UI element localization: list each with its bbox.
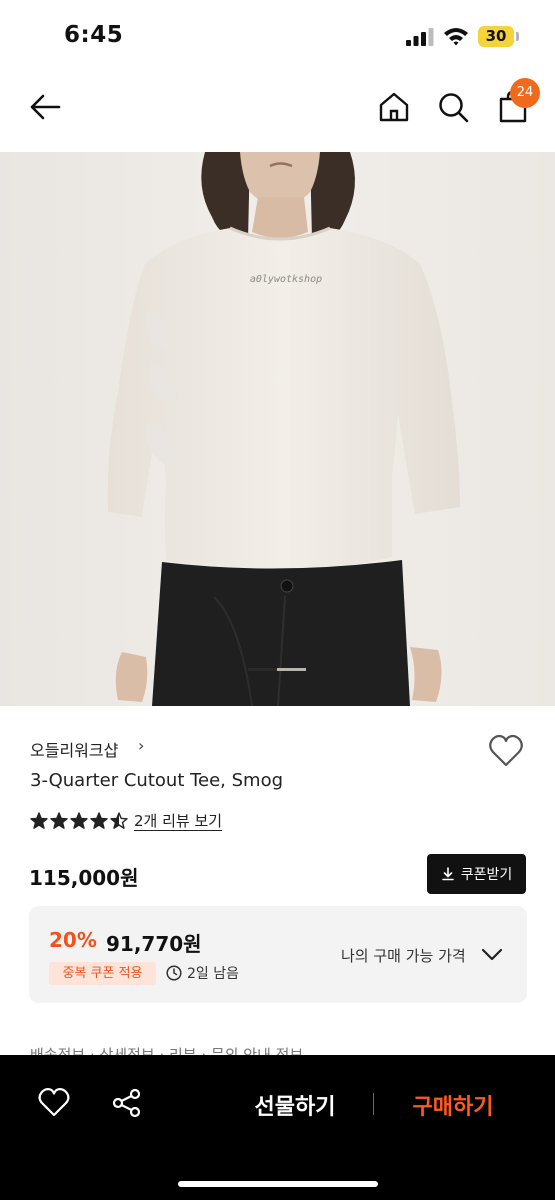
review-link[interactable]: 2개 리뷰 보기 [134, 810, 222, 831]
product-image[interactable]: a0lywotkshop [0, 152, 555, 706]
duplicate-coupon-badge: 중복 쿠폰 적용 [49, 962, 156, 985]
buy-button[interactable]: 구매하기 [398, 1089, 508, 1121]
top-nav [0, 72, 555, 150]
download-icon [441, 867, 454, 881]
status-bar: 6:45 30 [0, 0, 555, 72]
coupon-button-label: 쿠폰받기 [460, 867, 513, 883]
star-icon [90, 812, 108, 829]
signal-icon [406, 28, 434, 46]
home-icon[interactable] [377, 90, 411, 124]
status-time: 6:45 [64, 22, 124, 48]
cart-count-badge: 24 [510, 78, 540, 108]
star-icon [30, 812, 48, 829]
divider [373, 1093, 374, 1115]
discount-rate: 20% [49, 928, 97, 952]
battery-tip [516, 32, 519, 41]
below-fold-text: 배송정보 · 상세정보 · 리뷰 · 문의 안내 정보 [30, 1046, 304, 1055]
coupon-button[interactable]: 쿠폰받기 [427, 854, 526, 894]
shirt-print: a0lywotkshop [250, 274, 322, 285]
back-arrow-icon[interactable] [28, 90, 62, 124]
product-price: 115,000원 [29, 866, 139, 890]
wifi-icon [444, 28, 468, 46]
wishlist-heart-icon[interactable] [38, 1087, 70, 1119]
battery-icon: 30 [478, 26, 514, 47]
my-price-label[interactable]: 나의 구매 가능 가격 [341, 945, 466, 966]
star-icon [50, 812, 68, 829]
bottom-action-bar [0, 1055, 555, 1200]
shop-name-link[interactable]: 오들리워크샵 [30, 737, 118, 761]
chevron-down-icon[interactable] [481, 944, 503, 964]
gift-button[interactable]: 선물하기 [240, 1089, 350, 1121]
search-icon[interactable] [436, 90, 470, 124]
discount-price: 91,770원 [106, 932, 202, 956]
timer: 2일 남음 [166, 963, 239, 983]
share-icon[interactable] [111, 1087, 143, 1119]
image-pagination [248, 668, 306, 671]
star-icon [70, 812, 88, 829]
product-title: 3-Quarter Cutout Tee, Smog [30, 770, 284, 791]
chevron-right-icon[interactable]: › [138, 736, 144, 755]
clock-icon [166, 965, 182, 981]
timer-label: 2일 남음 [187, 966, 239, 982]
star-icon [110, 812, 128, 829]
heart-icon[interactable] [488, 734, 524, 768]
home-indicator [178, 1181, 378, 1187]
product-photo: a0lywotkshop [0, 152, 555, 706]
image-pagination-active [248, 668, 277, 671]
